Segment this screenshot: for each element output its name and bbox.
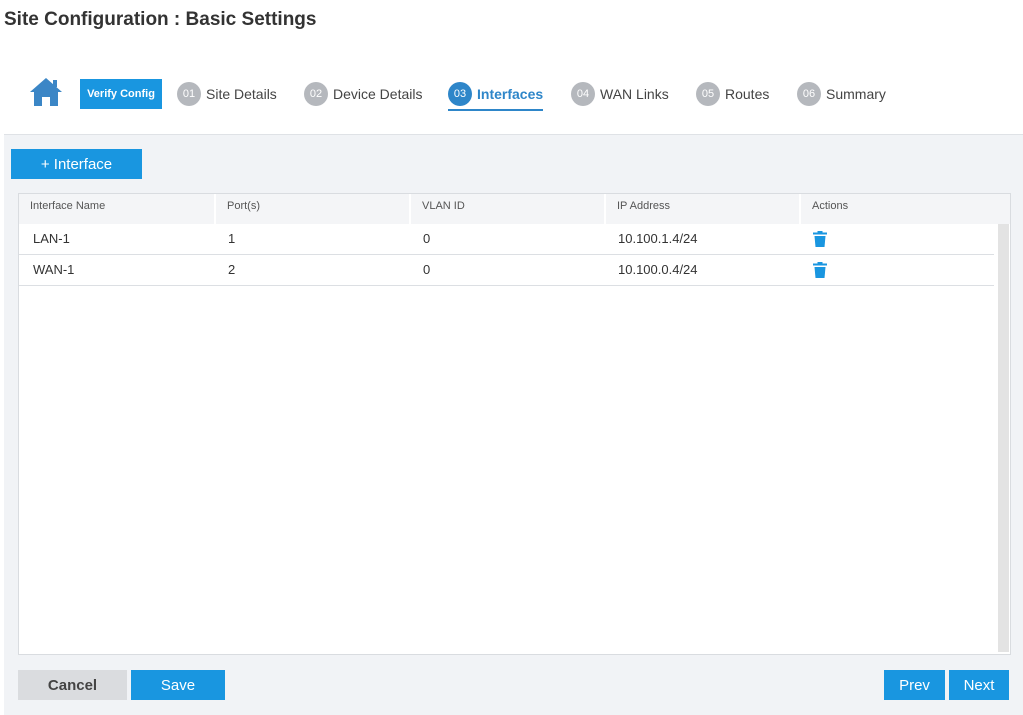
next-button[interactable]: Next bbox=[949, 670, 1009, 700]
column-header: Port(s) bbox=[216, 194, 411, 224]
table-header: Interface Name Port(s) VLAN ID IP Addres… bbox=[19, 194, 1010, 224]
page-title: Site Configuration : Basic Settings bbox=[4, 9, 317, 30]
add-interface-button[interactable]: + Interface bbox=[11, 149, 142, 179]
step-label: Summary bbox=[826, 86, 886, 102]
cancel-button[interactable]: Cancel bbox=[18, 670, 127, 700]
column-header: IP Address bbox=[606, 194, 801, 224]
step-number: 02 bbox=[304, 82, 328, 106]
step-label: WAN Links bbox=[600, 86, 669, 102]
column-header: VLAN ID bbox=[411, 194, 606, 224]
table-row: LAN-1 1 0 10.100.1.4/24 bbox=[19, 224, 994, 255]
ip-address-cell: 10.100.0.4/24 bbox=[618, 262, 698, 277]
step-site-details[interactable]: 01 Site Details bbox=[177, 79, 277, 109]
step-summary[interactable]: 06 Summary bbox=[797, 79, 886, 109]
interfaces-table: Interface Name Port(s) VLAN ID IP Addres… bbox=[18, 193, 1011, 655]
vlan-cell: 0 bbox=[423, 231, 431, 246]
table-scrollbar[interactable] bbox=[998, 224, 1009, 652]
step-number: 03 bbox=[448, 82, 472, 106]
content-panel: + Interface Interface Name Port(s) VLAN … bbox=[4, 134, 1023, 715]
column-header: Actions bbox=[801, 194, 1010, 224]
table-row: WAN-1 2 0 10.100.0.4/24 bbox=[19, 255, 994, 286]
prev-button[interactable]: Prev bbox=[884, 670, 945, 700]
step-label: Routes bbox=[725, 86, 770, 102]
trash-icon[interactable] bbox=[813, 262, 827, 278]
step-label: Site Details bbox=[206, 86, 277, 102]
step-label: Interfaces bbox=[477, 86, 544, 102]
step-wan-links[interactable]: 04 WAN Links bbox=[571, 79, 669, 109]
step-number: 05 bbox=[696, 82, 720, 106]
verify-config-button[interactable]: Verify Config bbox=[80, 79, 162, 109]
step-interfaces[interactable]: 03 Interfaces bbox=[448, 79, 544, 111]
interface-name-cell: LAN-1 bbox=[33, 231, 70, 246]
step-number: 06 bbox=[797, 82, 821, 106]
step-number: 04 bbox=[571, 82, 595, 106]
home-icon[interactable] bbox=[28, 76, 64, 108]
step-device-details[interactable]: 02 Device Details bbox=[304, 79, 422, 109]
save-button[interactable]: Save bbox=[131, 670, 225, 700]
step-routes[interactable]: 05 Routes bbox=[696, 79, 769, 109]
column-header: Interface Name bbox=[19, 194, 216, 224]
vlan-cell: 0 bbox=[423, 262, 431, 277]
interface-name-cell: WAN-1 bbox=[33, 262, 75, 277]
step-label: Device Details bbox=[333, 86, 423, 102]
wizard-steps: Verify Config 01 Site Details 02 Device … bbox=[0, 70, 1023, 120]
ports-cell: 1 bbox=[228, 231, 236, 246]
ip-address-cell: 10.100.1.4/24 bbox=[618, 231, 698, 246]
step-number: 01 bbox=[177, 82, 201, 106]
trash-icon[interactable] bbox=[813, 231, 827, 247]
ports-cell: 2 bbox=[228, 262, 236, 277]
